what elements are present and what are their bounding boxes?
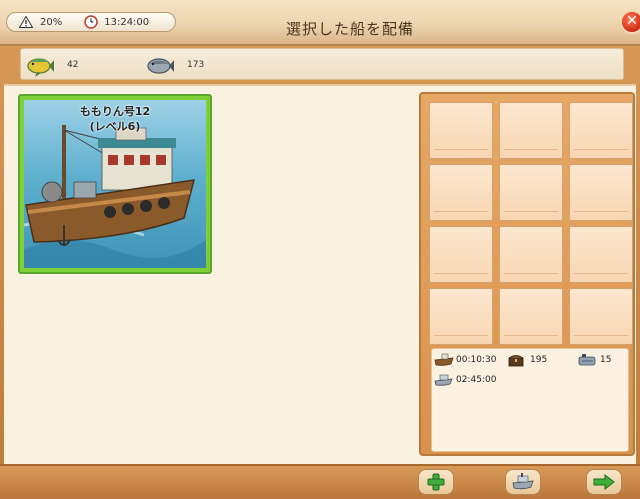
top-bar: 20% 13:24:00 選択した船を配備 ✕ xyxy=(0,0,640,46)
speedboat-icon xyxy=(434,374,453,386)
empty-slot[interactable] xyxy=(569,288,633,345)
battery-percent: 20% xyxy=(40,16,63,28)
boat-time-row: 02:45:00 xyxy=(434,373,496,387)
slot-grid xyxy=(427,100,633,345)
arrow-right-icon xyxy=(593,474,615,490)
status-bar: 20% 13:24:00 xyxy=(6,12,176,32)
next-button[interactable] xyxy=(586,469,622,495)
ship-image: ももりん号12 (レベル6) xyxy=(24,100,206,268)
empty-slot[interactable] xyxy=(569,102,633,159)
gray-fish-icon xyxy=(147,58,174,74)
empty-slot[interactable] xyxy=(569,226,633,283)
yellow-fish-icon xyxy=(27,58,54,77)
clock-time: 13:24:00 xyxy=(104,16,150,28)
bottom-bar xyxy=(0,464,640,499)
fuel-tank-icon xyxy=(578,354,596,366)
page-title: 選択した船を配備 xyxy=(285,20,414,38)
clock-icon xyxy=(84,15,98,29)
empty-slot[interactable] xyxy=(429,226,493,283)
duration-value: 00:10:30 xyxy=(456,355,497,365)
ship-level: (レベル6) xyxy=(89,120,141,133)
warning-icon xyxy=(19,16,33,28)
empty-slot[interactable] xyxy=(569,164,633,221)
resources-bar: 42 173 xyxy=(20,48,624,80)
duration-row: 00:10:30 xyxy=(434,353,496,367)
chest-value: 195 xyxy=(530,355,548,365)
resource-yellow-fish: 42 xyxy=(25,52,78,78)
add-button[interactable] xyxy=(418,469,454,495)
boat-time-value: 02:45:00 xyxy=(456,375,497,385)
fuel-value: 15 xyxy=(600,355,612,365)
empty-slot[interactable] xyxy=(499,226,563,283)
chest-row: 195 xyxy=(508,353,547,367)
fleet-panel: 00:10:30 195 15 02:45:00 xyxy=(419,92,635,456)
boat-icon xyxy=(434,353,454,366)
fleet-button[interactable] xyxy=(505,469,541,495)
empty-slot[interactable] xyxy=(499,288,563,345)
empty-slot[interactable] xyxy=(499,102,563,159)
empty-slot[interactable] xyxy=(429,102,493,159)
resource-count: 173 xyxy=(187,60,205,70)
treasure-chest-icon xyxy=(508,355,524,367)
plus-icon xyxy=(427,473,445,491)
close-button[interactable]: ✕ xyxy=(620,10,640,34)
ship-card[interactable]: ももりん号12 (レベル6) xyxy=(18,94,212,274)
resource-gray-fish: 173 xyxy=(145,52,204,78)
resource-count: 42 xyxy=(67,60,79,70)
empty-slot[interactable] xyxy=(429,164,493,221)
ship-name: ももりん号12 xyxy=(79,105,151,118)
empty-slot[interactable] xyxy=(499,164,563,221)
fuel-row: 15 xyxy=(578,353,611,367)
empty-slot[interactable] xyxy=(429,288,493,345)
deployment-info: 00:10:30 195 15 02:45:00 xyxy=(431,348,629,452)
ship-icon xyxy=(512,473,534,490)
